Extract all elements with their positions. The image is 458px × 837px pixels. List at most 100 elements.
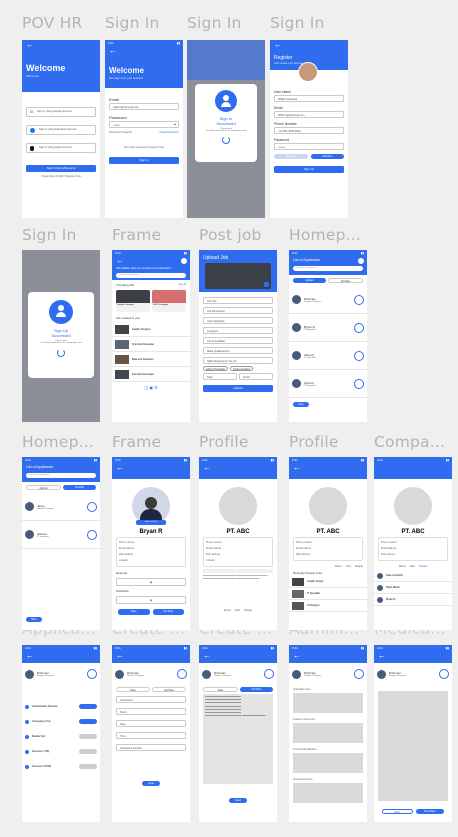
message-body[interactable]: ▬▬▬▬▬▬▬▬▬▬▬▬▬▬▬▬▬▬ ▬▬▬▬▬▬▬▬▬▬▬▬▬▬▬▬▬▬ ▬▬… xyxy=(203,694,273,784)
not-pass-button[interactable]: Not Pass xyxy=(152,609,184,615)
personal-signin-button[interactable]: Sign In Using Personal xyxy=(26,165,96,172)
send-button[interactable]: Send xyxy=(142,781,160,786)
back-arrow-icon[interactable]: ← xyxy=(199,463,277,472)
tab-people[interactable]: People xyxy=(244,609,252,612)
participant-number-field[interactable]: Participant Number xyxy=(116,744,186,751)
upload-button[interactable]: Upload xyxy=(203,385,273,392)
tab-jobs[interactable]: Jobs xyxy=(345,565,350,568)
table-row[interactable]: Bryan R IT Specialist xyxy=(289,314,367,342)
list-item[interactable]: Bryan R xyxy=(374,594,452,606)
send-back-button[interactable]: Send Back xyxy=(415,809,444,814)
list-item[interactable]: Graphic Design xyxy=(289,576,367,588)
password-field[interactable]: •••••••• xyxy=(274,143,344,150)
tab-about[interactable]: About xyxy=(335,565,342,568)
back-arrow-icon[interactable]: ← xyxy=(270,40,348,49)
skill-tag[interactable]: Adobe Photoshop xyxy=(203,366,229,371)
table-row[interactable]: Ahmad IT Specialist xyxy=(22,521,100,549)
step-row[interactable]: Interview 1 (HR) xyxy=(22,744,100,759)
list-item[interactable]: Graphic Designer xyxy=(112,322,190,337)
applicant-tab[interactable]: Applicant xyxy=(274,154,308,159)
list-item[interactable]: Back-end Developer xyxy=(112,352,190,367)
list-item[interactable]: Front-End Developer xyxy=(112,367,190,382)
phone-field[interactable]: +62 831-3456-8222 xyxy=(274,127,344,134)
register-link[interactable]: Don't have an account? Register Now xyxy=(105,146,183,149)
avatar[interactable] xyxy=(358,258,364,264)
room-field[interactable]: Room xyxy=(116,708,186,715)
tab-people[interactable]: People xyxy=(355,565,363,568)
pending-tab[interactable]: Pending xyxy=(328,278,363,283)
step-row[interactable]: Competency Test xyxy=(22,714,100,729)
list-item[interactable]: Take control/hr xyxy=(374,570,452,582)
avatar[interactable] xyxy=(298,62,318,82)
back-arrow-icon[interactable]: ← xyxy=(112,651,190,660)
see-all-link[interactable]: See all xyxy=(179,283,186,287)
document-preview[interactable] xyxy=(293,753,363,773)
medical-document-preview[interactable] xyxy=(378,691,448,801)
skills-field[interactable]: Skills Required for the job xyxy=(203,357,273,364)
send-button[interactable]: Send xyxy=(229,798,247,803)
applied-tab[interactable]: Applied xyxy=(26,485,61,490)
job-title-field[interactable]: Job Title xyxy=(203,297,273,304)
resume-attachment[interactable]: ▣ xyxy=(116,578,186,586)
tab-people[interactable]: People xyxy=(419,565,427,568)
signin-button[interactable]: Sign In xyxy=(109,157,179,164)
job-highlights-field[interactable]: Jobs Highlights xyxy=(203,317,273,324)
back-arrow-icon[interactable]: ← xyxy=(199,651,277,660)
email-field[interactable]: William@dummail.com xyxy=(274,111,344,118)
tab-about[interactable]: About xyxy=(399,565,406,568)
username-field[interactable]: William Hawutse xyxy=(274,95,344,102)
trending-card[interactable]: Graphic Designer xyxy=(116,290,150,312)
linkedin-item[interactable]: Linkedin xyxy=(119,558,183,564)
email-field[interactable]: william@dummail.com xyxy=(109,103,179,110)
tab-about[interactable]: About xyxy=(224,609,231,612)
qualifications-field[interactable]: Make Qualifications xyxy=(203,347,273,354)
pass-tab[interactable]: Pass xyxy=(116,687,150,692)
locations-field[interactable]: Locations xyxy=(203,327,273,334)
back-button[interactable]: Back xyxy=(26,617,42,622)
back-arrow-icon[interactable]: ← xyxy=(105,46,183,55)
trending-card[interactable]: UI/UX Designer xyxy=(152,290,186,312)
list-item[interactable]: Shari Martin xyxy=(374,582,452,594)
web-item[interactable]: Web address xyxy=(296,552,360,558)
not-pass-tab[interactable]: Not Pass xyxy=(152,687,186,692)
list-item[interactable]: UI Designer xyxy=(289,600,367,612)
not-pass-tab[interactable]: Not Pass xyxy=(240,687,273,692)
time-field[interactable]: Time xyxy=(116,732,186,739)
bottom-nav[interactable]: ◫ ▣ ☰ xyxy=(112,385,190,390)
google-signin-button[interactable]: G Sign in Using Google Account xyxy=(26,107,96,117)
forgot-password-link[interactable]: Forgot Password? xyxy=(160,131,179,134)
document-preview[interactable] xyxy=(293,693,363,713)
search-input[interactable]: Search for applicants xyxy=(293,266,363,271)
skill-tag[interactable]: Adobe Illustrator xyxy=(230,366,254,371)
step-row[interactable]: Medical Test xyxy=(22,729,100,744)
search-input[interactable]: Search for applicants xyxy=(26,473,96,478)
portfolio-attachment[interactable]: ▣ xyxy=(116,596,186,604)
back-arrow-icon[interactable]: ← xyxy=(374,651,452,660)
remember-checkbox[interactable]: Remember Password xyxy=(109,131,132,134)
job-image[interactable] xyxy=(205,263,271,289)
list-item[interactable]: IT Specialist xyxy=(289,588,367,600)
pass-tab[interactable]: Pass xyxy=(203,687,238,692)
finish-date-field[interactable]: Finish xyxy=(239,373,273,380)
job-available-field[interactable]: Job Is Available xyxy=(203,337,273,344)
back-button[interactable]: Back xyxy=(382,809,413,814)
register-link[interactable]: Create New Profile? Register Now xyxy=(22,175,100,178)
tab-jobs[interactable]: Jobs xyxy=(410,565,415,568)
signup-button[interactable]: Sign Up xyxy=(274,166,344,173)
document-preview[interactable] xyxy=(293,723,363,743)
avatar[interactable] xyxy=(181,258,187,264)
back-arrow-icon[interactable]: ← xyxy=(22,651,100,660)
step-row[interactable]: Interview 2 (HOD) xyxy=(22,759,100,774)
tab-jobs[interactable]: Jobs xyxy=(235,609,240,612)
web-item[interactable]: Web address xyxy=(381,552,445,558)
eye-icon[interactable]: ◉ xyxy=(174,123,176,126)
table-row[interactable]: Ahmad IT Specialist xyxy=(289,342,367,370)
institution-tab[interactable]: Institution xyxy=(310,154,344,159)
days-field[interactable]: Days xyxy=(116,720,186,727)
job-description-field[interactable]: Job Description xyxy=(203,307,273,314)
applied-tab[interactable]: Applied xyxy=(293,278,326,283)
pending-tab[interactable]: Pending xyxy=(63,485,96,490)
interviewer-field[interactable]: Interviewer xyxy=(116,696,186,703)
table-row[interactable]: Jason Graphic Designer xyxy=(22,493,100,521)
open-button[interactable]: Open xyxy=(293,402,309,407)
